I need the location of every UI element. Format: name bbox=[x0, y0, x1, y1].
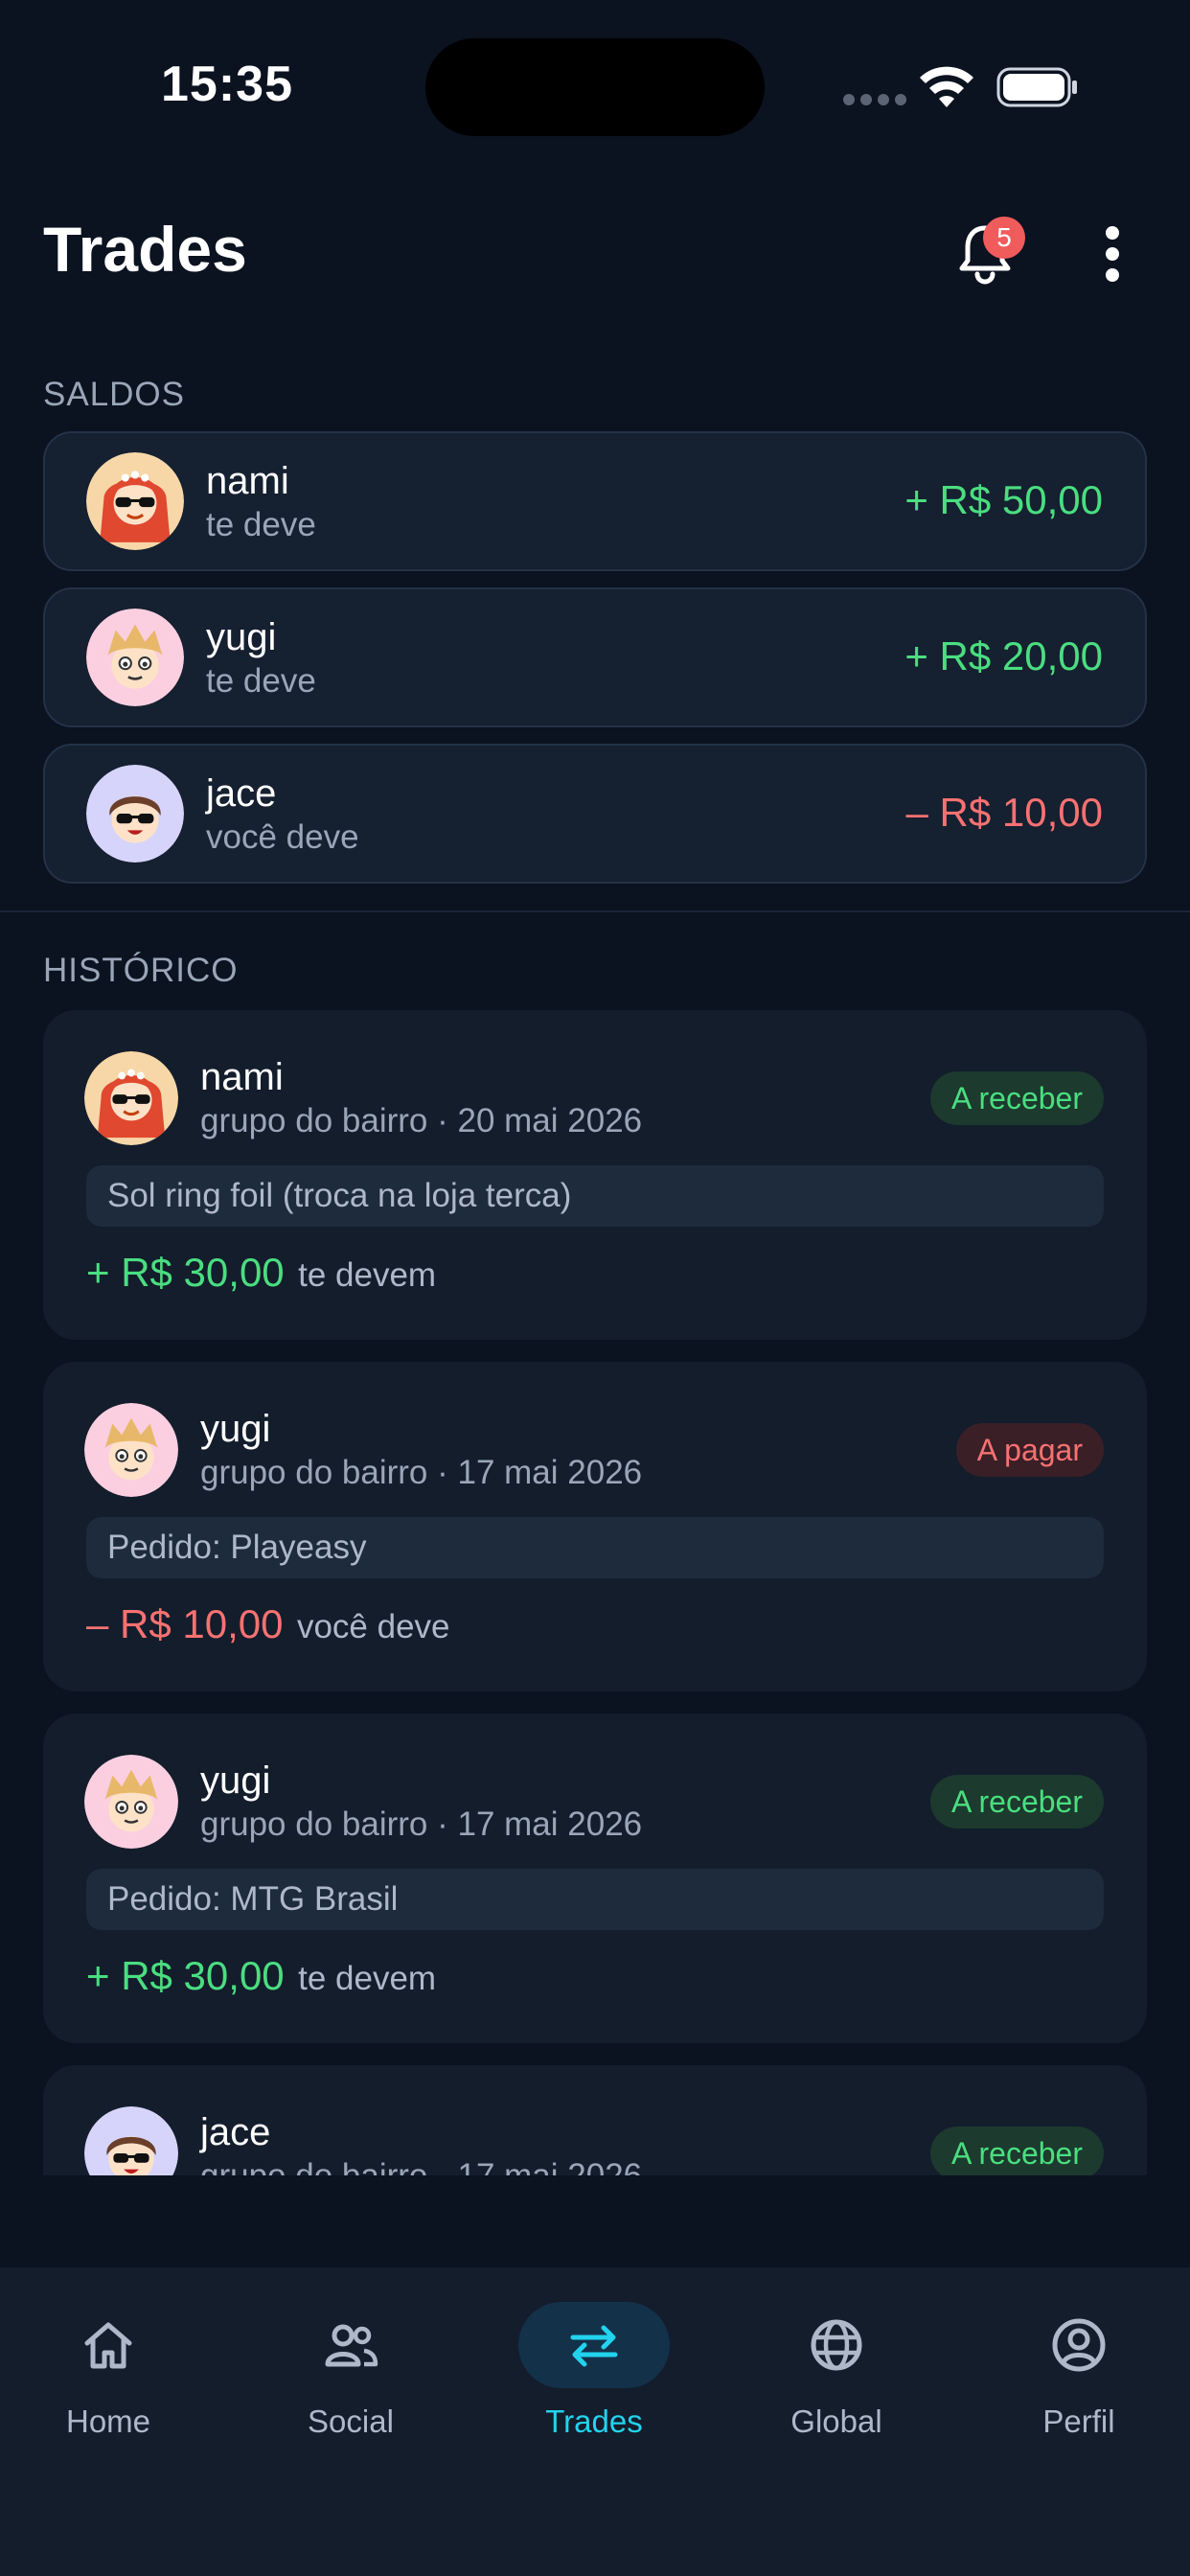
avatar-jace bbox=[86, 765, 184, 862]
tab-social[interactable]: Social bbox=[255, 2302, 446, 2455]
status-badge: A receber bbox=[930, 1775, 1104, 1828]
trade-amount: – R$ 10,00 bbox=[86, 1601, 284, 1646]
history-card[interactable]: yugi grupo do bairro · 17 mai 2026 A rec… bbox=[43, 1714, 1147, 2043]
history-section-label: HISTÓRICO bbox=[43, 952, 239, 989]
avatar-yugi bbox=[84, 1403, 178, 1497]
trade-note: Pedido: MTG Brasil bbox=[86, 1869, 1104, 1930]
trade-amount: + R$ 30,00 bbox=[86, 1250, 285, 1295]
balance-amount: + R$ 50,00 bbox=[904, 477, 1103, 522]
balance-name: jace bbox=[206, 772, 277, 815]
status-badge: A receber bbox=[930, 2127, 1104, 2175]
tab-home[interactable]: Home bbox=[12, 2302, 204, 2455]
history-card[interactable]: nami grupo do bairro · 20 mai 2026 A rec… bbox=[43, 1010, 1147, 1340]
trade-amount-row: + R$ 30,00 te devem bbox=[86, 1250, 436, 1296]
tab-label: Perfil bbox=[1042, 2404, 1115, 2439]
trade-amount: + R$ 30,00 bbox=[86, 1953, 285, 1998]
trade-amount-label: você deve bbox=[296, 1608, 450, 1645]
balance-name: nami bbox=[206, 460, 289, 502]
status-bar: 15:35 bbox=[0, 0, 1190, 153]
battery-icon bbox=[996, 67, 1077, 107]
tab-trades[interactable]: Trades bbox=[498, 2302, 690, 2455]
more-options-button[interactable] bbox=[1102, 226, 1125, 282]
tab-label: Social bbox=[308, 2404, 394, 2439]
history-card[interactable]: jace grupo do bairro · 17 mai 2026 A rec… bbox=[43, 2065, 1147, 2175]
balance-card-jace[interactable]: jace você deve – R$ 10,00 bbox=[43, 744, 1147, 884]
balance-amount: + R$ 20,00 bbox=[904, 633, 1103, 678]
trade-note: Sol ring foil (troca na loja terca) bbox=[86, 1165, 1104, 1227]
balance-status: te deve bbox=[206, 506, 316, 543]
avatar-nami bbox=[86, 452, 184, 550]
swap-icon bbox=[570, 2325, 618, 2367]
home-icon bbox=[84, 2322, 132, 2369]
balance-status: você deve bbox=[206, 818, 359, 856]
globe-icon bbox=[811, 2319, 862, 2371]
balance-card-yugi[interactable]: yugi te deve + R$ 20,00 bbox=[43, 587, 1147, 727]
wifi-icon bbox=[920, 66, 973, 107]
balance-name: yugi bbox=[206, 616, 277, 658]
trade-partner-name: jace bbox=[200, 2111, 271, 2153]
tab-label: Global bbox=[790, 2404, 882, 2439]
avatar-jace bbox=[84, 2106, 178, 2175]
page-title: Trades bbox=[43, 214, 247, 285]
trade-partner-name: yugi bbox=[200, 1760, 271, 1802]
trade-partner-name: nami bbox=[200, 1056, 284, 1098]
balance-amount: – R$ 10,00 bbox=[905, 790, 1104, 835]
users-icon bbox=[325, 2324, 378, 2367]
avatar-nami bbox=[84, 1051, 178, 1145]
trade-amount-label: te devem bbox=[298, 1960, 437, 1997]
status-badge: A pagar bbox=[955, 1423, 1104, 1477]
notification-count-badge: 5 bbox=[983, 217, 1025, 259]
section-divider bbox=[0, 910, 1190, 912]
tab-label: Home bbox=[65, 2404, 151, 2439]
balances-section-label: SALDOS bbox=[43, 376, 185, 413]
avatar-yugi bbox=[86, 609, 184, 706]
status-time: 15:35 bbox=[161, 57, 293, 112]
tab-profile[interactable]: Perfil bbox=[983, 2302, 1175, 2455]
trade-amount-row: + R$ 30,00 te devem bbox=[86, 1953, 436, 1999]
bottom-tab-bar: Home Social Trades Global Perfil bbox=[0, 2267, 1190, 2576]
history-card[interactable]: yugi grupo do bairro · 17 mai 2026 A pag… bbox=[43, 1362, 1147, 1691]
profile-icon bbox=[1052, 2318, 1106, 2372]
tab-global[interactable]: Global bbox=[741, 2302, 932, 2455]
history-list[interactable]: nami grupo do bairro · 20 mai 2026 A rec… bbox=[0, 1006, 1190, 2175]
tab-label: Trades bbox=[545, 2404, 643, 2439]
trade-group-date: grupo do bairro · 20 mai 2026 bbox=[200, 1102, 643, 1139]
status-badge: A receber bbox=[930, 1071, 1104, 1125]
avatar-yugi bbox=[84, 1755, 178, 1849]
balance-status: te deve bbox=[206, 662, 316, 700]
trade-group-date: grupo do bairro · 17 mai 2026 bbox=[200, 1454, 643, 1491]
trade-group-date: grupo do bairro · 17 mai 2026 bbox=[200, 1806, 643, 1843]
dynamic-island bbox=[425, 38, 765, 136]
trade-group-date: grupo do bairro · 17 mai 2026 bbox=[200, 2157, 642, 2175]
trade-amount-row: – R$ 10,00 você deve bbox=[86, 1601, 450, 1647]
trade-partner-name: yugi bbox=[200, 1408, 271, 1450]
trade-note: Pedido: Playeasy bbox=[86, 1517, 1104, 1578]
balance-card-nami[interactable]: nami te deve + R$ 50,00 bbox=[43, 431, 1147, 571]
trade-amount-label: te devem bbox=[298, 1256, 437, 1294]
cellular-signal-icon bbox=[843, 94, 906, 105]
